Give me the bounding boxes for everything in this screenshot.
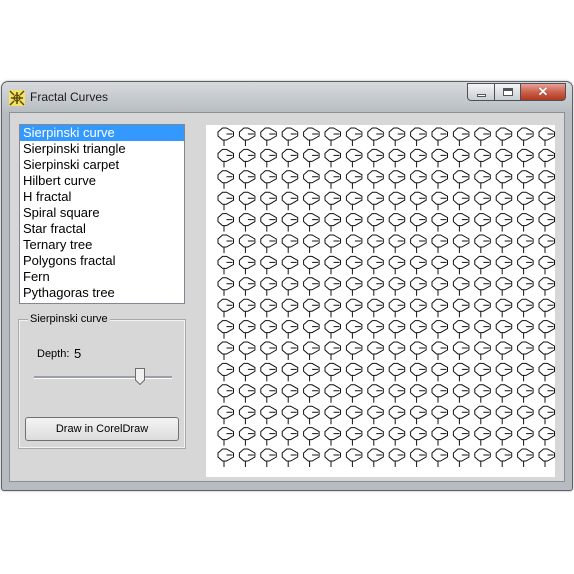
list-item[interactable]: Fern — [20, 269, 184, 285]
list-item[interactable]: Ternary tree — [20, 237, 184, 253]
list-item[interactable]: Sierpinski triangle — [20, 141, 184, 157]
list-item[interactable]: Spiral square — [20, 205, 184, 221]
draw-in-coreldraw-button[interactable]: Draw in CorelDraw — [25, 417, 179, 441]
depth-slider-thumb[interactable] — [135, 368, 145, 385]
title-bar[interactable]: Fractal Curves ✕ — [2, 82, 572, 112]
maximize-icon — [503, 88, 513, 96]
close-button[interactable]: ✕ — [520, 83, 566, 101]
list-item[interactable]: Hilbert curve — [20, 173, 184, 189]
fractal-canvas — [206, 125, 555, 477]
window-title: Fractal Curves — [30, 90, 109, 104]
depth-value: 5 — [74, 346, 82, 361]
depth-slider-track[interactable] — [34, 376, 172, 379]
list-item[interactable]: Polygons fractal — [20, 253, 184, 269]
close-icon: ✕ — [537, 84, 549, 99]
minimize-icon — [477, 94, 486, 97]
list-item[interactable]: Star fractal — [20, 221, 184, 237]
client-area: Sierpinski curve Sierpinski triangle Sierp… — [9, 112, 565, 482]
minimize-button[interactable] — [467, 83, 494, 101]
list-item[interactable]: H fractal — [20, 189, 184, 205]
options-group-title: Sierpinski curve — [28, 313, 110, 325]
app-window: Fractal Curves ✕ Sierpinski curve Sierpin… — [1, 81, 573, 491]
maximize-button[interactable] — [494, 83, 520, 101]
sierpinski-curve-drawing — [217, 127, 555, 467]
options-group: Sierpinski curve Depth: 5 Draw in CorelD… — [18, 313, 186, 449]
fractal-app-icon — [9, 90, 25, 106]
sierpinski-curve-path — [217, 127, 555, 467]
fractal-type-list[interactable]: Sierpinski curve Sierpinski triangle Sierp… — [19, 124, 185, 304]
depth-label: Depth: — [37, 348, 70, 360]
list-item[interactable]: Pythagoras tree — [20, 285, 184, 301]
list-item[interactable]: Sierpinski curve — [20, 125, 184, 141]
list-item[interactable]: Sierpinski carpet — [20, 157, 184, 173]
